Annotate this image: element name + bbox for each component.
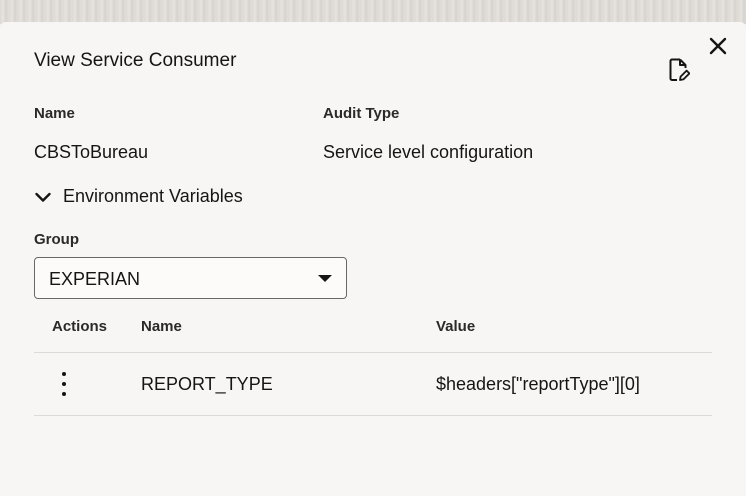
column-header-actions: Actions [52,318,108,335]
row-divider [34,415,712,416]
edit-button[interactable] [664,55,694,85]
row-value: $headers["reportType"][0] [436,374,640,394]
table-row: REPORT_TYPE $headers["reportType"][0] [34,353,712,415]
environment-variables-toggle[interactable]: Environment Variables [34,186,243,207]
caret-down-icon [318,275,332,282]
chevron-down-icon [34,188,52,206]
environment-variables-label: Environment Variables [63,186,243,206]
group-selected-value: EXPERIAN [49,269,141,289]
close-button[interactable] [704,32,732,60]
column-header-name: Name [141,318,182,335]
row-actions-button[interactable] [54,370,74,398]
dialog-title: View Service Consumer [34,50,237,71]
name-value: CBSToBureau [34,142,149,162]
background-overlay [0,0,746,24]
kebab-menu-icon [62,372,66,376]
view-service-consumer-dialog: View Service Consumer Name CBSToBureau A… [0,22,746,496]
column-header-value: Value [436,318,476,335]
group-select[interactable]: EXPERIAN [34,257,347,299]
edit-document-icon [669,58,690,81]
audit-type-value: Service level configuration [323,142,534,162]
group-label: Group [34,231,79,248]
audit-type-label: Audit Type [323,105,400,122]
name-label: Name [34,105,75,122]
close-icon [709,37,727,55]
row-name: REPORT_TYPE [141,374,273,394]
